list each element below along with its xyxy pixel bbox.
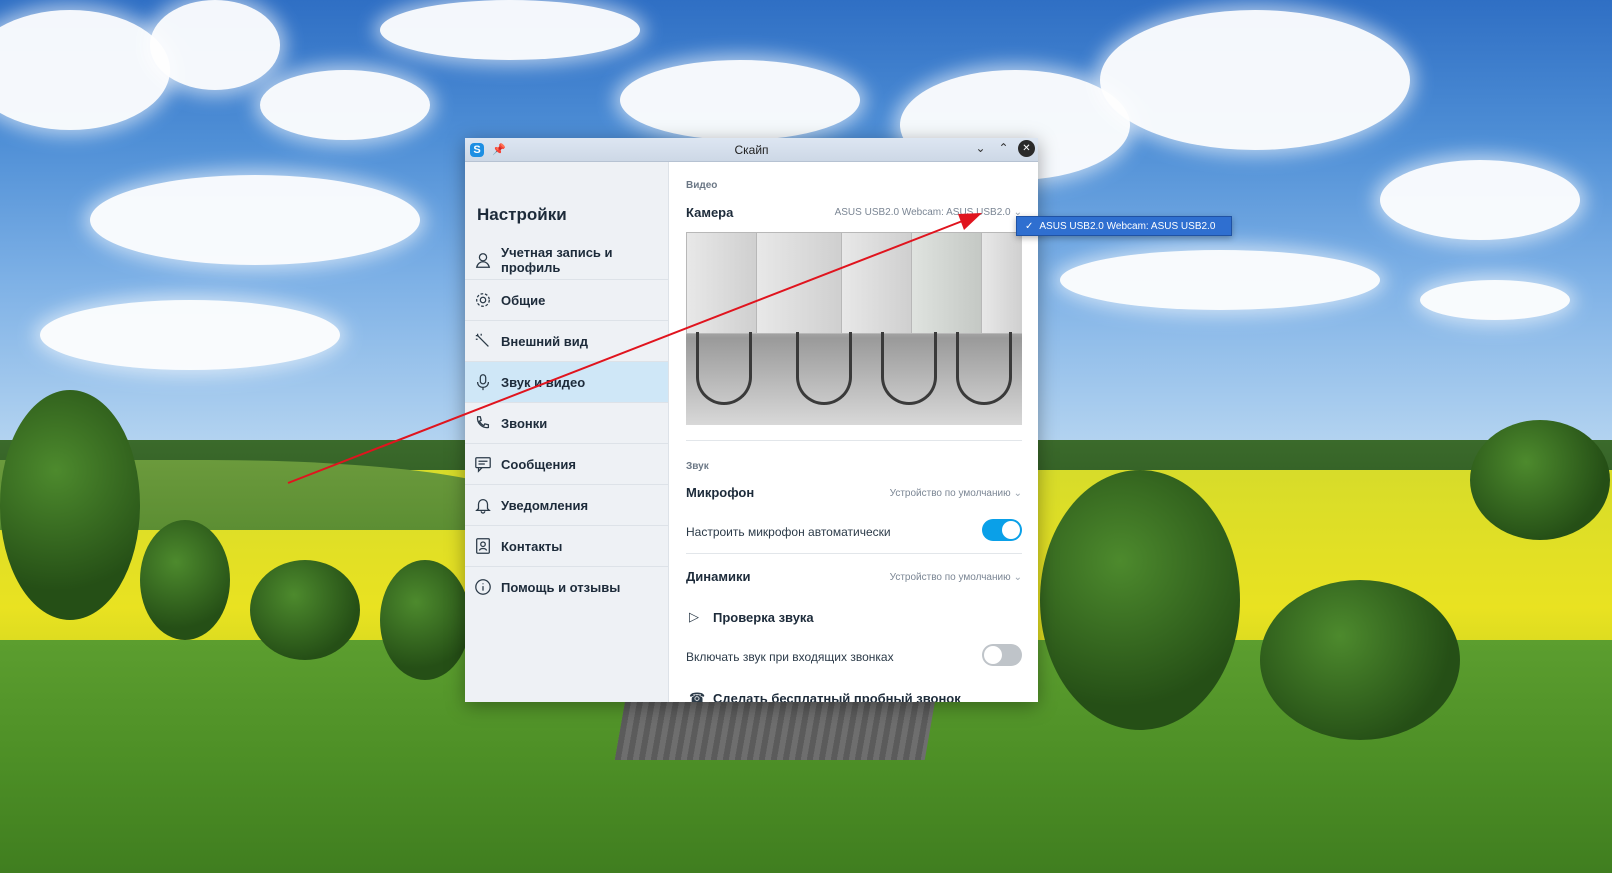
cloud <box>90 175 420 265</box>
person-icon <box>473 250 493 270</box>
skype-window: S 📌 Скайп ⌄ ⌃ ✕ Настройки Учетная запись… <box>465 138 1038 702</box>
cloud <box>1380 160 1580 240</box>
microphone-icon <box>473 372 493 392</box>
gear-icon <box>473 290 493 310</box>
divider <box>686 440 1022 441</box>
sidebar-heading: Настройки <box>477 205 567 224</box>
sidebar-item-contacts[interactable]: Контакты <box>465 526 668 567</box>
window-title: Скайп <box>734 142 769 157</box>
auto-mic-toggle[interactable] <box>982 519 1022 541</box>
checkmark-icon: ✓ <box>1025 220 1034 232</box>
tree <box>1040 470 1240 730</box>
sidebar-item-label: Учетная запись и профиль <box>501 245 613 275</box>
toggle-knob <box>984 646 1002 664</box>
message-icon <box>473 454 493 474</box>
sidebar-item-messages[interactable]: Сообщения <box>465 444 668 485</box>
microphone-value: Устройство по умолчанию <box>889 488 1011 499</box>
chevron-down-icon: ⌄ <box>1013 572 1022 583</box>
tree <box>250 560 360 660</box>
play-icon[interactable]: ▷ <box>689 609 699 625</box>
test-call-button[interactable]: Сделать бесплатный пробный звонок <box>713 691 961 702</box>
cabinet <box>981 232 1022 334</box>
cloud <box>620 60 860 140</box>
cloud <box>1100 10 1410 150</box>
cloud <box>260 70 430 140</box>
cloud <box>380 0 640 60</box>
title-bar[interactable]: S 📌 Скайп ⌄ ⌃ ✕ <box>465 138 1038 162</box>
contacts-icon <box>473 536 493 556</box>
sidebar-item-label: Внешний вид <box>501 333 588 349</box>
cloud <box>1060 250 1380 310</box>
window-controls: ⌄ ⌃ ✕ <box>972 140 1035 157</box>
settings-sidebar: Настройки Учетная запись и профиль Общие <box>465 162 669 702</box>
cabinet <box>686 232 758 334</box>
microphone-select[interactable]: Устройство по умолчанию ⌄ <box>890 488 1022 499</box>
magic-wand-icon <box>473 331 493 351</box>
tree <box>0 390 140 620</box>
sidebar-item-account[interactable]: Учетная запись и профиль <box>465 241 668 280</box>
glass <box>796 332 852 405</box>
chevron-down-icon: ⌄ <box>1013 488 1022 499</box>
video-section-label: Видео <box>686 180 718 191</box>
bell-icon <box>473 495 493 515</box>
audio-section-label: Звук <box>686 461 709 472</box>
microphone-title: Микрофон <box>686 485 755 500</box>
sidebar-item-label: Помощь и отзывы <box>501 579 621 595</box>
sidebar-item-label: Уведомления <box>501 497 589 513</box>
sidebar-item-label: Контакты <box>501 538 563 554</box>
sidebar-item-help[interactable]: Помощь и отзывы <box>465 567 668 607</box>
info-icon <box>473 577 493 597</box>
ring-label: Включать звук при входящих звонках <box>686 650 894 664</box>
glass <box>881 332 937 405</box>
sidebar-item-label: Общие <box>501 292 546 308</box>
glass <box>696 332 752 405</box>
camera-dropdown-option[interactable]: ✓ ASUS USB2.0 Webcam: ASUS USB2.0 <box>1016 216 1232 236</box>
sidebar-item-calls[interactable]: Звонки <box>465 403 668 444</box>
camera-value: ASUS USB2.0 Webcam: ASUS USB2.0 <box>834 207 1011 218</box>
tree <box>1470 420 1610 540</box>
divider <box>686 553 1022 554</box>
speakers-value: Устройство по умолчанию <box>889 572 1011 583</box>
chevron-up-icon[interactable]: ⌃ <box>995 140 1012 157</box>
sidebar-item-appearance[interactable]: Внешний вид <box>465 321 668 362</box>
cloud <box>1420 280 1570 320</box>
sidebar-item-label: Звук и видео <box>501 374 586 390</box>
sidebar-item-label: Сообщения <box>501 456 576 472</box>
tree <box>380 560 470 680</box>
cabinet <box>756 232 843 334</box>
toggle-knob <box>1002 521 1020 539</box>
sound-test-button[interactable]: Проверка звука <box>713 610 814 625</box>
tree <box>140 520 230 640</box>
settings-main: Видео Камера ASUS USB2.0 Webcam: ASUS US… <box>669 162 1038 702</box>
house-roof <box>614 700 936 760</box>
camera-option-label: ASUS USB2.0 Webcam: ASUS USB2.0 <box>1039 220 1216 232</box>
cabinet <box>911 232 983 334</box>
speakers-select[interactable]: Устройство по умолчанию ⌄ <box>890 572 1022 583</box>
camera-select[interactable]: ASUS USB2.0 Webcam: ASUS USB2.0 ⌄ <box>835 207 1022 218</box>
phone-icon <box>473 413 493 433</box>
cloud <box>40 300 340 370</box>
chevron-down-icon[interactable]: ⌄ <box>972 140 989 157</box>
camera-title: Камера <box>686 205 734 220</box>
cabinet <box>841 232 913 334</box>
sidebar-item-label: Звонки <box>501 415 548 431</box>
sidebar-item-notifications[interactable]: Уведомления <box>465 485 668 526</box>
auto-mic-label: Настроить микрофон автоматически <box>686 525 891 539</box>
glass <box>956 332 1012 405</box>
sidebar-item-audio-video[interactable]: Звук и видео <box>465 362 668 403</box>
speakers-title: Динамики <box>686 569 751 584</box>
sidebar-item-general[interactable]: Общие <box>465 280 668 321</box>
tree <box>1260 580 1460 740</box>
camera-preview <box>686 232 1022 425</box>
window-content: Настройки Учетная запись и профиль Общие <box>465 162 1038 702</box>
cloud <box>150 0 280 90</box>
phone-icon[interactable]: ☎ <box>689 690 705 702</box>
close-icon[interactable]: ✕ <box>1018 140 1035 157</box>
settings-nav: Учетная запись и профиль Общие Внешний в… <box>465 241 668 607</box>
ring-toggle[interactable] <box>982 644 1022 666</box>
